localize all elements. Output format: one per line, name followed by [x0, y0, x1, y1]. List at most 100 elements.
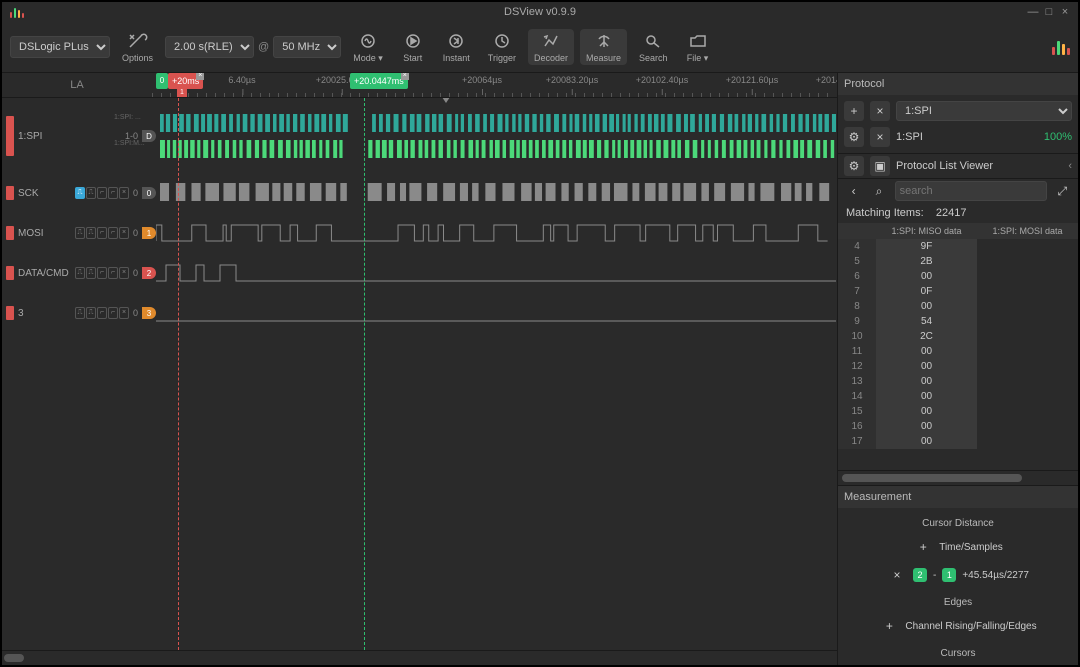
- measurement-title: Measurement: [838, 486, 1078, 508]
- add-edge-button[interactable]: +: [879, 616, 899, 636]
- search-icon: ⌕: [876, 184, 883, 199]
- options-button[interactable]: Options: [116, 29, 159, 65]
- wrench-icon: [126, 31, 150, 51]
- cursor-badge-a[interactable]: 2: [913, 568, 927, 582]
- search-button[interactable]: Search: [633, 29, 674, 65]
- cursor-line[interactable]: [364, 98, 365, 650]
- gear-icon: ⚙: [849, 130, 860, 144]
- device-select[interactable]: DSLogic PLus: [10, 36, 110, 58]
- edges-columns: Channel Rising/Falling/Edges: [905, 621, 1036, 632]
- add-cursor-pair-button[interactable]: +: [913, 537, 933, 557]
- channel-name: DATA/CMD: [18, 268, 71, 279]
- at-symbol: @: [258, 41, 269, 53]
- edges-label: Edges: [844, 597, 1072, 608]
- file-button[interactable]: File ▾: [680, 29, 716, 66]
- brand-logo: [1052, 39, 1070, 55]
- table-row[interactable]: 49F: [838, 239, 1078, 254]
- protocol-panel-title: Protocol: [838, 73, 1078, 95]
- mode-icon: [356, 31, 380, 51]
- cursor-distance-label: Cursor Distance: [844, 518, 1072, 529]
- cursor-badge-b[interactable]: 1: [942, 568, 956, 582]
- plv-expand-button[interactable]: ⤢: [1053, 181, 1072, 201]
- table-row[interactable]: 800: [838, 299, 1078, 314]
- channel-tag[interactable]: 0: [142, 187, 156, 199]
- cursor-2-flag[interactable]: +20.0447ms×: [350, 73, 408, 89]
- samplerate-select[interactable]: 50 MHz: [273, 36, 341, 58]
- table-row[interactable]: 1200: [838, 359, 1078, 374]
- channel-tag[interactable]: 3: [142, 307, 156, 319]
- table-h-scrollbar[interactable]: [838, 470, 1078, 485]
- table-row[interactable]: 1500: [838, 404, 1078, 419]
- la-label: LA: [2, 73, 152, 97]
- channel-row: 3⎍⎍⌐⌐×03: [2, 298, 837, 328]
- plv-title: Protocol List Viewer: [896, 160, 1062, 172]
- gear-icon: ⚙: [849, 159, 860, 173]
- channel-name: SCK: [18, 188, 71, 199]
- channel-tag[interactable]: 2: [142, 267, 156, 279]
- remove-cursor-pair-button[interactable]: ×: [887, 565, 907, 585]
- table-row[interactable]: 1100: [838, 344, 1078, 359]
- ruler-tick: +20083.20µs: [546, 75, 598, 85]
- table-row[interactable]: 1300: [838, 374, 1078, 389]
- table-row[interactable]: 1400: [838, 389, 1078, 404]
- ruler-tick: +20121.60µs: [726, 75, 778, 85]
- protocol-settings-button[interactable]: ⚙: [844, 127, 864, 147]
- plv-search-icon: ⌕: [869, 181, 888, 201]
- table-row[interactable]: 102C: [838, 329, 1078, 344]
- table-row[interactable]: 600: [838, 269, 1078, 284]
- plv-back-button[interactable]: ‹: [844, 181, 863, 201]
- match-count: 22417: [936, 207, 967, 219]
- add-protocol-button[interactable]: +: [844, 101, 864, 121]
- trigger-button[interactable]: Trigger: [482, 29, 522, 65]
- protocol-delete-button[interactable]: ×: [870, 127, 890, 147]
- match-label: Matching Items:: [846, 207, 924, 219]
- h-scrollbar[interactable]: [2, 650, 837, 665]
- protocol-table[interactable]: 1:SPI: MISO data 1:SPI: MOSI data 49F52B…: [838, 223, 1078, 470]
- trigger-icon: [490, 31, 514, 51]
- app-logo: [10, 6, 24, 18]
- channel-name: MOSI: [18, 228, 71, 239]
- channel-row: 1:SPI1-0D1:SPI: ...1:SPI:M...: [2, 108, 837, 164]
- cursor-1-flag[interactable]: +20ms×: [168, 73, 203, 89]
- plv-search-input[interactable]: [895, 181, 1047, 201]
- window-title: DSView v0.9.9: [504, 6, 576, 18]
- remove-protocol-button[interactable]: ×: [870, 101, 890, 121]
- ruler-tick: +20064µs: [462, 75, 502, 85]
- maximize-button[interactable]: □: [1042, 6, 1056, 18]
- measure-icon: [592, 31, 616, 51]
- measure-button[interactable]: Measure: [580, 29, 627, 65]
- protocol-select[interactable]: 1:SPI: [896, 101, 1072, 121]
- waveform-area[interactable]: 1:SPI1-0D1:SPI: ...1:SPI:M...SCK⎍⎍⌐⌐×00M…: [2, 98, 837, 650]
- chevron-left-icon[interactable]: ‹: [1068, 160, 1072, 172]
- instant-icon: [444, 31, 468, 51]
- table-row[interactable]: 954: [838, 314, 1078, 329]
- instant-button[interactable]: Instant: [437, 29, 476, 65]
- minimize-button[interactable]: —: [1026, 6, 1040, 18]
- table-row[interactable]: 70F: [838, 284, 1078, 299]
- save-icon: ▣: [874, 159, 885, 173]
- mode-button[interactable]: Mode ▾: [347, 29, 389, 66]
- close-button[interactable]: ×: [1058, 6, 1072, 18]
- protocol-name: 1:SPI: [896, 131, 1038, 143]
- file-icon: [686, 31, 710, 51]
- ruler-tick: +20140.80µs: [816, 75, 837, 85]
- table-row[interactable]: 1600: [838, 419, 1078, 434]
- channel-tag[interactable]: 1: [142, 227, 156, 239]
- plv-settings-button[interactable]: ⚙: [844, 156, 864, 176]
- protocol-progress: 100%: [1044, 131, 1072, 143]
- titlebar: DSView v0.9.9 — □ ×: [2, 2, 1078, 22]
- search-icon: [641, 31, 665, 51]
- decoder-icon: [539, 31, 563, 51]
- duration-select[interactable]: 2.00 s(RLE): [165, 36, 254, 58]
- start-button[interactable]: Start: [395, 29, 431, 65]
- plv-save-button[interactable]: ▣: [870, 156, 890, 176]
- cursor-0-flag[interactable]: 0: [156, 73, 168, 89]
- play-icon: [401, 31, 425, 51]
- channel-row: DATA/CMD⎍⎍⌐⌐×02: [2, 258, 837, 288]
- table-row[interactable]: 1700: [838, 434, 1078, 449]
- cursor-line[interactable]: [178, 98, 179, 650]
- time-ruler[interactable]: LA 6.40µs+20025.60µs+20064µs+20083.20µs+…: [2, 73, 837, 98]
- table-row[interactable]: 52B: [838, 254, 1078, 269]
- channel-name: 1:SPI: [18, 131, 121, 142]
- decoder-button[interactable]: Decoder: [528, 29, 574, 65]
